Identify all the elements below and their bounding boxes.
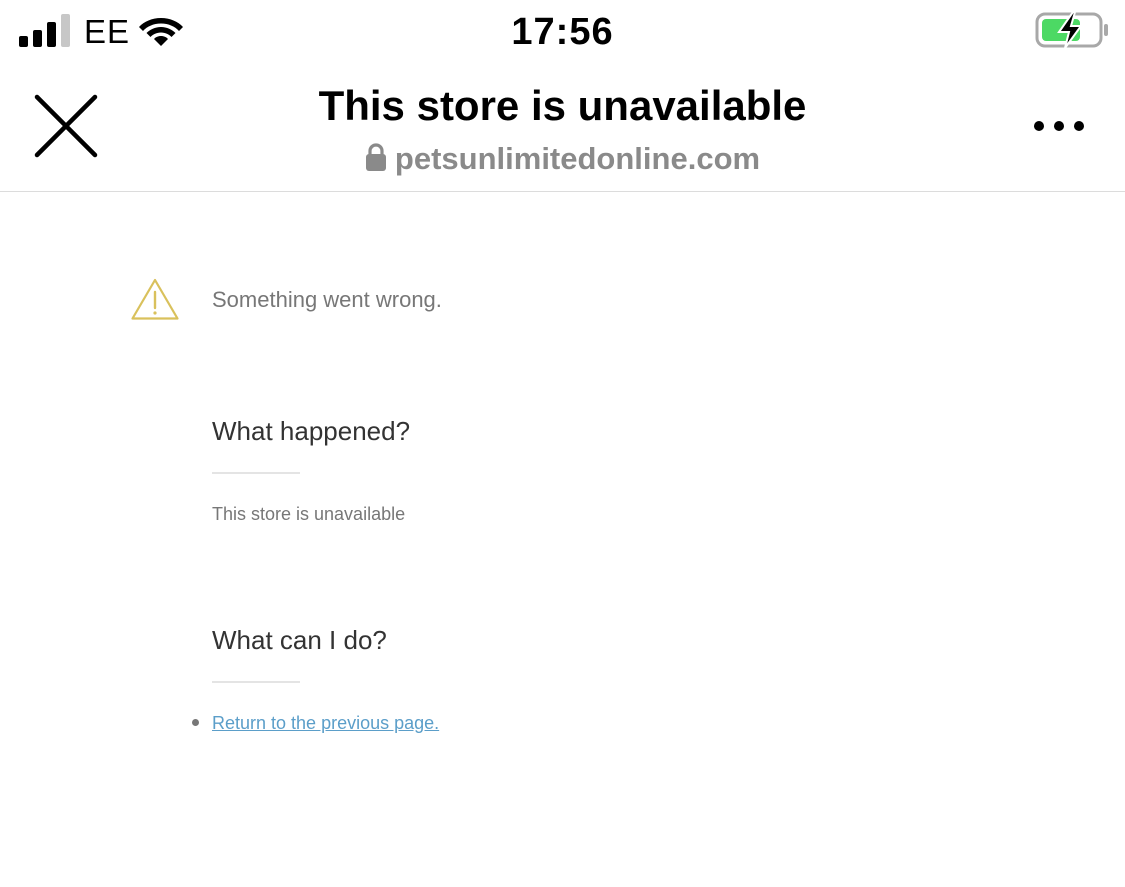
error-message: Something went wrong. [212, 287, 442, 312]
status-bar: EE 17:56 [0, 0, 1125, 62]
return-previous-page-link[interactable]: Return to the previous page. [212, 710, 439, 736]
status-time: 17:56 [511, 11, 614, 53]
warning-icon [131, 278, 179, 320]
what-can-i-do-heading: What can I do? [212, 625, 387, 655]
section-divider [212, 472, 300, 474]
lock-icon [365, 143, 386, 171]
page-title: This store is unavailable [318, 82, 807, 129]
browser-screen: EE 17:56 This store is unavailable petsu… [0, 0, 1125, 887]
what-happened-heading: What happened? [212, 416, 411, 446]
page-url: petsunlimitedonline.com [0, 140, 1125, 178]
more-icon[interactable] [1020, 106, 1100, 146]
page-url-text: petsunlimitedonline.com [394, 141, 761, 176]
error-page: Something went wrong. What happened? Thi… [0, 192, 1125, 887]
browser-header: This store is unavailable petsunlimitedo… [0, 62, 1125, 192]
list-bullet [192, 719, 199, 726]
battery-charging-icon [1035, 11, 1108, 49]
what-happened-text: This store is unavailable [212, 504, 406, 524]
section-divider [212, 681, 300, 683]
